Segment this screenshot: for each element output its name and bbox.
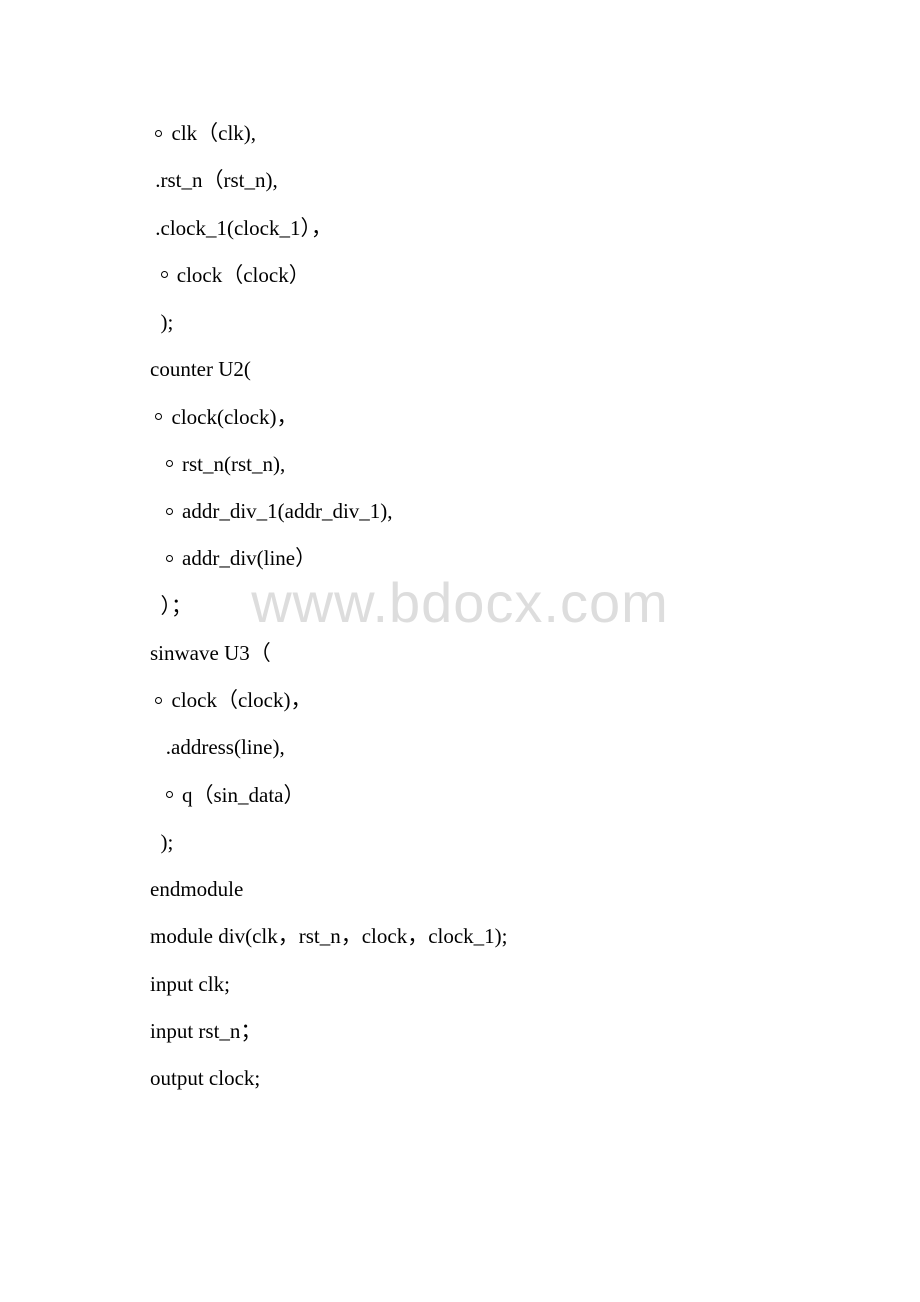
code-line: clock(clock)，: [150, 394, 770, 441]
code-text: .rst_n（rst_n),: [150, 168, 278, 192]
code-line: .rst_n（rst_n),: [150, 157, 770, 204]
code-line: input rst_n；: [150, 1008, 770, 1055]
dot-icon: [166, 791, 173, 798]
dot-icon: [166, 460, 173, 467]
code-text: clock（clock）: [172, 263, 310, 287]
code-text: addr_div_1(addr_div_1),: [177, 499, 393, 523]
code-line: .address(line),: [150, 724, 770, 771]
code-line: ）；: [150, 583, 770, 630]
code-line: addr_div_1(addr_div_1),: [150, 488, 770, 535]
code-text: module div(clk，rst_n，clock，clock_1);: [150, 924, 508, 948]
code-text: .clock_1(clock_1），: [150, 216, 332, 240]
code-line: );: [150, 299, 770, 346]
code-line: clk（clk),: [150, 110, 770, 157]
code-text: sinwave U3（: [150, 641, 271, 665]
code-line: counter U2(: [150, 346, 770, 393]
code-text: .address(line),: [150, 735, 285, 759]
code-line: rst_n(rst_n),: [150, 441, 770, 488]
code-text: endmodule: [150, 877, 243, 901]
code-text: addr_div(line）: [177, 546, 316, 570]
code-line: .clock_1(clock_1），: [150, 205, 770, 252]
code-line: addr_div(line）: [150, 535, 770, 582]
code-text: rst_n(rst_n),: [177, 452, 286, 476]
code-text: q（sin_data）: [177, 783, 305, 807]
dot-icon: [166, 508, 173, 515]
code-text: ）；: [150, 594, 192, 618]
code-document: clk（clk), .rst_n（rst_n), .clock_1(clock_…: [0, 0, 920, 1102]
code-text: clock（clock)，: [166, 688, 311, 712]
code-text: clock(clock)，: [166, 405, 297, 429]
code-text: clk（clk),: [166, 121, 256, 145]
dot-icon: [155, 697, 162, 704]
code-line: clock（clock)，: [150, 677, 770, 724]
dot-icon: [155, 130, 162, 137]
code-text: input clk;: [150, 972, 230, 996]
dot-icon: [161, 271, 168, 278]
dot-icon: [166, 555, 173, 562]
code-text: );: [150, 310, 173, 334]
code-line: output clock;: [150, 1055, 770, 1102]
code-text: output clock;: [150, 1066, 260, 1090]
dot-icon: [155, 413, 162, 420]
code-line: sinwave U3（: [150, 630, 770, 677]
code-line: );: [150, 819, 770, 866]
code-text: );: [150, 830, 173, 854]
code-line: input clk;: [150, 961, 770, 1008]
code-line: module div(clk，rst_n，clock，clock_1);: [150, 913, 770, 960]
code-line: endmodule: [150, 866, 770, 913]
code-text: counter U2(: [150, 357, 251, 381]
code-text: input rst_n；: [150, 1019, 261, 1043]
code-line: clock（clock）: [150, 252, 770, 299]
code-line: q（sin_data）: [150, 772, 770, 819]
